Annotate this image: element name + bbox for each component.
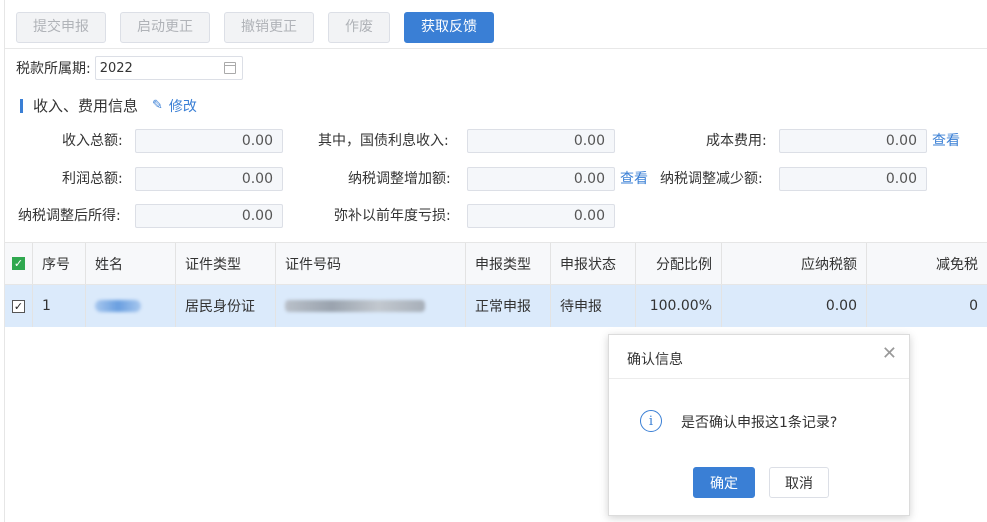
- redacted-id-number: [285, 300, 425, 312]
- section-title: 收入、费用信息: [33, 97, 139, 115]
- row-name-cell: [86, 285, 176, 327]
- row-ratio: 100.00%: [636, 285, 722, 327]
- header-report-type: 申报类型: [466, 243, 551, 284]
- cost-field: 0.00: [779, 129, 927, 153]
- redacted-name: [95, 300, 141, 312]
- row-select-cell: ✓: [5, 285, 33, 327]
- header-id-type: 证件类型: [176, 243, 276, 284]
- row-id-number-cell: [276, 285, 466, 327]
- tax-period-value: 2022: [99, 60, 133, 76]
- confirm-button[interactable]: 确定: [693, 467, 755, 498]
- tax-adj-decrease-field: 0.00: [779, 167, 927, 191]
- header-id-number: 证件号码: [276, 243, 466, 284]
- adjusted-income-label: 纳税调整后所得:: [18, 208, 121, 224]
- tax-adj-decrease-label: 纳税调整减少额:: [660, 171, 763, 187]
- total-income-label: 收入总额:: [62, 133, 123, 149]
- pencil-icon: ✎: [152, 98, 163, 113]
- table-header-row: ✓ 序号 姓名 证件类型 证件号码 申报类型 申报状态 分配比例 应纳税额 减免…: [5, 242, 987, 285]
- toolbar: 提交申报 启动更正 撤销更正 作废 获取反馈: [16, 12, 494, 44]
- dialog-divider: [609, 378, 909, 379]
- header-name: 姓名: [86, 243, 176, 284]
- row-report-type: 正常申报: [466, 285, 551, 327]
- treasury-interest-label: 其中，国债利息收入:: [318, 133, 449, 149]
- header-index: 序号: [33, 243, 86, 284]
- tax-period-label: 税款所属期:: [16, 61, 91, 77]
- header-report-status: 申报状态: [551, 243, 636, 284]
- cost-label: 成本费用:: [706, 133, 767, 149]
- dialog-title: 确认信息: [627, 352, 683, 368]
- revoke-correction-button[interactable]: 撤销更正: [224, 12, 314, 43]
- submit-button[interactable]: 提交申报: [16, 12, 106, 43]
- tax-adj-increase-field: 0.00: [467, 167, 615, 191]
- info-icon: i: [640, 410, 662, 432]
- total-profit-label: 利润总额:: [62, 171, 123, 187]
- row-tax-payable: 0.00: [722, 285, 867, 327]
- header-ratio: 分配比例: [636, 243, 722, 284]
- edit-label: 修改: [168, 98, 197, 115]
- tax-adj-increase-label: 纳税调整增加额:: [348, 171, 451, 187]
- total-income-field: 0.00: [135, 129, 283, 153]
- confirm-dialog: 确认信息 ✕ i 是否确认申报这1条记录? 确定 取消: [608, 334, 910, 516]
- edit-link[interactable]: ✎ 修改: [152, 96, 197, 116]
- prior-loss-label: 弥补以前年度亏损:: [334, 208, 451, 224]
- section-header: 收入、费用信息 ✎ 修改: [20, 95, 197, 116]
- adjusted-income-field: 0.00: [135, 204, 283, 228]
- tax-period-picker[interactable]: 2022: [94, 56, 243, 80]
- tax-period: 税款所属期: 2022: [16, 56, 243, 80]
- header-tax-payable: 应纳税额: [722, 243, 867, 284]
- section-marker: [20, 98, 23, 113]
- total-profit-field: 0.00: [135, 167, 283, 191]
- close-icon[interactable]: ✕: [882, 345, 897, 363]
- declaration-table: ✓ 序号 姓名 证件类型 证件号码 申报类型 申报状态 分配比例 应纳税额 减免…: [5, 242, 987, 327]
- row-checkbox[interactable]: ✓: [12, 299, 25, 313]
- view-cost-link[interactable]: 查看: [932, 129, 960, 153]
- row-id-type: 居民身份证: [176, 285, 276, 327]
- cancel-button[interactable]: 取消: [769, 467, 829, 498]
- prior-loss-field: 0.00: [467, 204, 615, 228]
- start-correction-button[interactable]: 启动更正: [120, 12, 210, 43]
- select-all-checkbox[interactable]: ✓: [12, 257, 25, 270]
- page-root: 提交申报 启动更正 撤销更正 作废 获取反馈 税款所属期: 2022 收入、费用…: [0, 0, 987, 522]
- select-all-cell: ✓: [5, 243, 33, 284]
- toolbar-divider: [5, 48, 987, 49]
- row-index: 1: [33, 285, 86, 327]
- table-row[interactable]: ✓ 1 居民身份证 正常申报 待申报 100.00% 0.00 0: [5, 285, 987, 327]
- calendar-icon[interactable]: [223, 62, 236, 74]
- header-tax-relief: 减免税: [936, 256, 978, 273]
- row-tax-relief: 0: [969, 298, 978, 314]
- get-feedback-button[interactable]: 获取反馈: [404, 12, 494, 43]
- void-button[interactable]: 作废: [328, 12, 390, 43]
- row-report-status: 待申报: [551, 285, 636, 327]
- dialog-message: 是否确认申报这1条记录?: [681, 415, 838, 431]
- view-tax-adj-link[interactable]: 查看: [620, 167, 648, 191]
- treasury-interest-field: 0.00: [467, 129, 615, 153]
